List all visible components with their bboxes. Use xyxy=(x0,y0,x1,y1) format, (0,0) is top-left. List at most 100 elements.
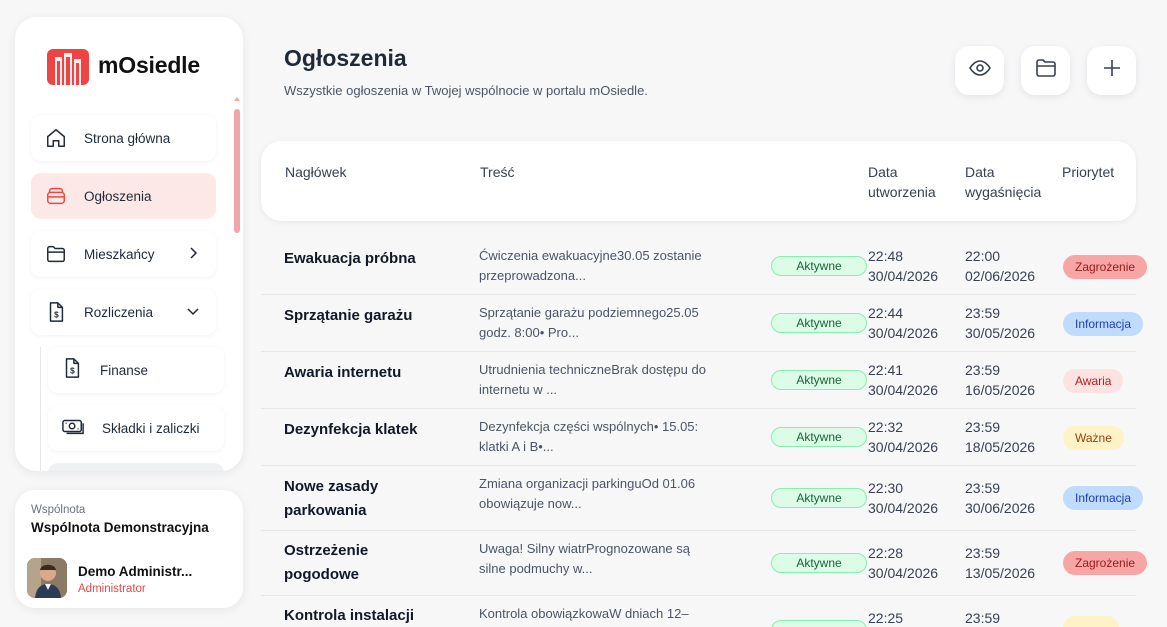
table-row[interactable]: Nowe zasady parkowania Zmiana organizacj… xyxy=(261,466,1144,531)
page-title: Ogłoszenia xyxy=(284,45,407,71)
created-time: 22:30 xyxy=(868,480,904,496)
layers-icon xyxy=(45,185,67,207)
row-content-line: Ćwiczenia ewakuacyjne30.05 zostanie xyxy=(479,248,702,263)
folder-icon xyxy=(45,243,67,265)
view-button[interactable] xyxy=(955,46,1004,95)
status-badge xyxy=(771,620,867,627)
column-header-priority[interactable]: Priorytet xyxy=(1062,162,1114,182)
table-row[interactable]: Awaria internetu Utrudnienia techniczneB… xyxy=(261,352,1136,409)
column-header-expires[interactable]: Data wygaśnięcia xyxy=(965,162,1041,202)
expires-time: 23:59 xyxy=(965,419,1001,435)
expires-date: 13/05/2026 xyxy=(965,565,1036,581)
home-icon xyxy=(45,127,67,149)
table-row[interactable]: Sprzątanie garażu Sprzątanie garażu podz… xyxy=(261,295,1144,352)
created-time: 22:48 xyxy=(868,248,904,264)
sidebar-scrollbar[interactable] xyxy=(234,109,240,233)
user-name: Demo Administr... xyxy=(78,564,193,579)
sidebar-item-residents[interactable]: Mieszkańcy xyxy=(31,231,216,277)
eye-icon xyxy=(968,56,992,85)
row-content-line: Sprzątanie garażu podziemnego25.05 xyxy=(479,305,699,320)
sidebar-item-label: Strona główna xyxy=(84,130,171,146)
sidebar-item-settlements[interactable]: $ Rozliczenia xyxy=(31,289,216,335)
sidebar-item-label: Ogłoszenia xyxy=(84,188,152,204)
sidebar-subitem-partial[interactable] xyxy=(48,463,224,471)
app-name: mOsiedle xyxy=(98,51,200,78)
row-title: Ewakuacja próbna xyxy=(284,250,416,267)
row-content-line: Uwaga! Silny wiatrPrognozowane są xyxy=(479,541,690,556)
priority-badge: Informacja xyxy=(1063,486,1144,510)
expires-datetime: 23:59 16/05/2026 xyxy=(965,360,1035,400)
status-badge: Aktywne xyxy=(771,313,867,333)
building-logo-icon xyxy=(47,45,89,85)
expires-datetime: 23:59 30/06/2026 xyxy=(965,478,1035,518)
created-time: 22:44 xyxy=(868,305,904,321)
created-datetime: 22:30 30/04/2026 xyxy=(868,478,938,518)
row-content-line: obowiązuje now... xyxy=(479,496,582,511)
created-date: 30/04/2026 xyxy=(868,500,939,516)
created-time: 22:41 xyxy=(868,362,904,378)
row-content-line: internetu w ... xyxy=(479,382,558,397)
folder-button[interactable] xyxy=(1021,46,1070,95)
column-header-content[interactable]: Treść xyxy=(480,162,514,182)
avatar[interactable] xyxy=(27,558,67,598)
svg-text:$: $ xyxy=(54,311,59,320)
expires-time: 22:00 xyxy=(965,248,1001,264)
sidebar-subitem-contributions[interactable]: Składki i zaliczki xyxy=(48,405,224,451)
row-title: Sprzątanie garażu xyxy=(284,307,413,324)
row-content: Uwaga! Silny wiatrPrognozowane są silne … xyxy=(479,539,749,579)
column-header-line: Data xyxy=(965,164,995,180)
sidebar-item-home[interactable]: Strona główna xyxy=(31,115,216,161)
column-header-heading[interactable]: Nagłówek xyxy=(285,162,346,182)
sidebar-item-label: Rozliczenia xyxy=(84,304,154,320)
created-datetime: 22:44 30/04/2026 xyxy=(868,303,938,343)
column-header-line: wygaśnięcia xyxy=(965,184,1042,200)
row-content-line: silne podmuchy w... xyxy=(479,561,593,576)
expires-time: 23:59 xyxy=(965,610,1001,626)
row-title: Dezynfekcja klatek xyxy=(284,421,418,438)
status-badge: Aktywne xyxy=(771,427,867,447)
row-title: Ostrzeżenie pogodowe xyxy=(284,539,454,587)
row-title: Kontrola instalacji xyxy=(284,607,415,624)
created-date: 30/04/2026 xyxy=(868,439,939,455)
created-datetime: 22:48 30/04/2026 xyxy=(868,246,938,286)
priority-badge: Zagrożenie xyxy=(1063,551,1148,575)
expires-date: 02/06/2026 xyxy=(965,268,1036,284)
sidebar-subitem-label: Finanse xyxy=(100,362,149,378)
status-badge: Aktywne xyxy=(771,370,867,390)
created-date: 30/04/2026 xyxy=(868,565,939,581)
table-row[interactable]: Kontrola instalacji Kontrola obowiązkowa… xyxy=(261,596,1136,627)
column-header-line: utworzenia xyxy=(868,184,936,200)
row-content: Zmiana organizacji parkinguOd 01.06 obow… xyxy=(479,474,749,514)
row-content-line: Utrudnienia techniczneBrak dostępu do xyxy=(479,362,706,377)
table-row[interactable]: Dezynfekcja klatek Dezynfekcja części ws… xyxy=(261,409,1136,466)
row-title: Nowe zasady parkowania xyxy=(284,475,454,523)
sidebar-subitem-label: Składki i zaliczki xyxy=(102,420,200,436)
row-title-line: parkowania xyxy=(284,502,367,519)
sidebar-subitem-finances[interactable]: $ Finanse xyxy=(48,347,224,393)
chevron-down-icon xyxy=(186,304,200,323)
row-title-line: Nowe zasady xyxy=(284,478,379,495)
row-content: Utrudnienia techniczneBrak dostępu do in… xyxy=(479,360,749,400)
expires-time: 23:59 xyxy=(965,305,1001,321)
add-button[interactable] xyxy=(1087,46,1136,95)
app-logo[interactable]: mOsiedle xyxy=(47,45,200,85)
created-datetime: 22:41 30/04/2026 xyxy=(868,360,938,400)
expires-datetime: 23:59 30/05/2026 xyxy=(965,303,1035,343)
expires-date: 30/05/2026 xyxy=(965,325,1036,341)
expires-date: 18/05/2026 xyxy=(965,439,1036,455)
table-header: Nagłówek Treść Data utworzenia Data wyga… xyxy=(261,141,1136,221)
document-dollar-icon: $ xyxy=(45,301,67,323)
sidebar-item-label: Mieszkańcy xyxy=(84,246,155,262)
svg-text:$: $ xyxy=(70,366,75,375)
priority-badge: Informacja xyxy=(1063,312,1144,336)
created-time: 22:28 xyxy=(868,545,904,561)
column-header-created[interactable]: Data utworzenia xyxy=(868,162,936,202)
table-row[interactable]: Ewakuacja próbna Ćwiczenia ewakuacyjne30… xyxy=(261,238,1148,295)
expires-datetime: 23:59 13/05/2026 xyxy=(965,543,1035,583)
row-content-line: klatki A i B•... xyxy=(479,439,554,454)
sidebar-item-announcements[interactable]: Ogłoszenia xyxy=(31,173,216,219)
chevron-right-icon xyxy=(186,246,200,265)
scroll-up-arrow-icon[interactable] xyxy=(234,97,240,101)
expires-time: 23:59 xyxy=(965,480,1001,496)
table-row[interactable]: Ostrzeżenie pogodowe Uwaga! Silny wiatrP… xyxy=(261,531,1148,596)
